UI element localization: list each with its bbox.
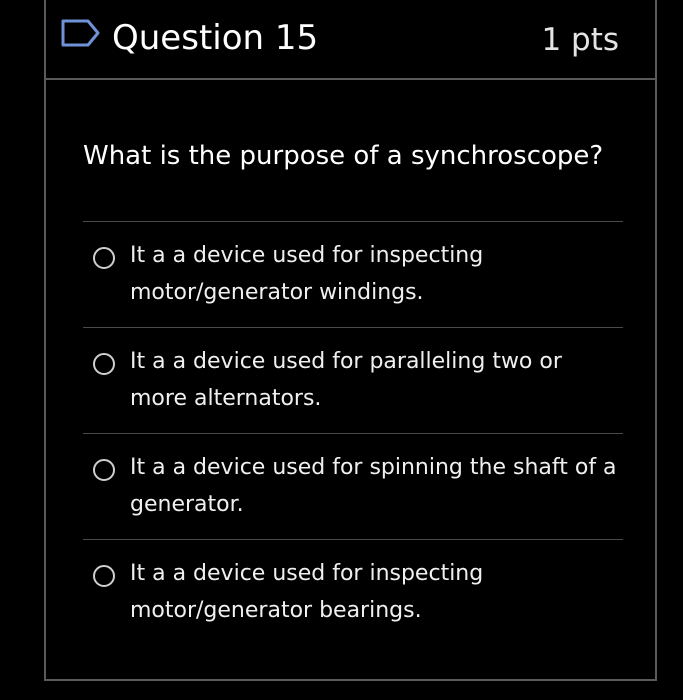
answer-option[interactable]: It a a device used for inspecting motor/…: [83, 539, 623, 645]
question-points: 1 pts: [541, 22, 619, 58]
answer-label[interactable]: It a a device used for spinning the shaf…: [130, 449, 620, 523]
answer-label[interactable]: It a a device used for paralleling two o…: [130, 343, 620, 417]
answer-option[interactable]: It a a device used for spinning the shaf…: [83, 433, 623, 539]
answer-option[interactable]: It a a device used for paralleling two o…: [83, 327, 623, 433]
flag-icon[interactable]: [60, 18, 102, 48]
answer-label[interactable]: It a a device used for inspecting motor/…: [130, 237, 620, 311]
answer-label[interactable]: It a a device used for inspecting motor/…: [130, 555, 620, 629]
question-title: Question 15: [112, 18, 319, 58]
question-card: Question 15 1 pts What is the purpose of…: [44, 0, 657, 681]
radio-button[interactable]: [93, 247, 115, 269]
question-prompt: What is the purpose of a synchroscope?: [83, 141, 604, 171]
answer-option[interactable]: It a a device used for inspecting motor/…: [83, 221, 623, 327]
radio-button[interactable]: [93, 353, 115, 375]
answer-list: It a a device used for inspecting motor/…: [83, 221, 623, 645]
radio-button[interactable]: [93, 459, 115, 481]
radio-button[interactable]: [93, 565, 115, 587]
question-header: Question 15 1 pts: [46, 0, 655, 80]
